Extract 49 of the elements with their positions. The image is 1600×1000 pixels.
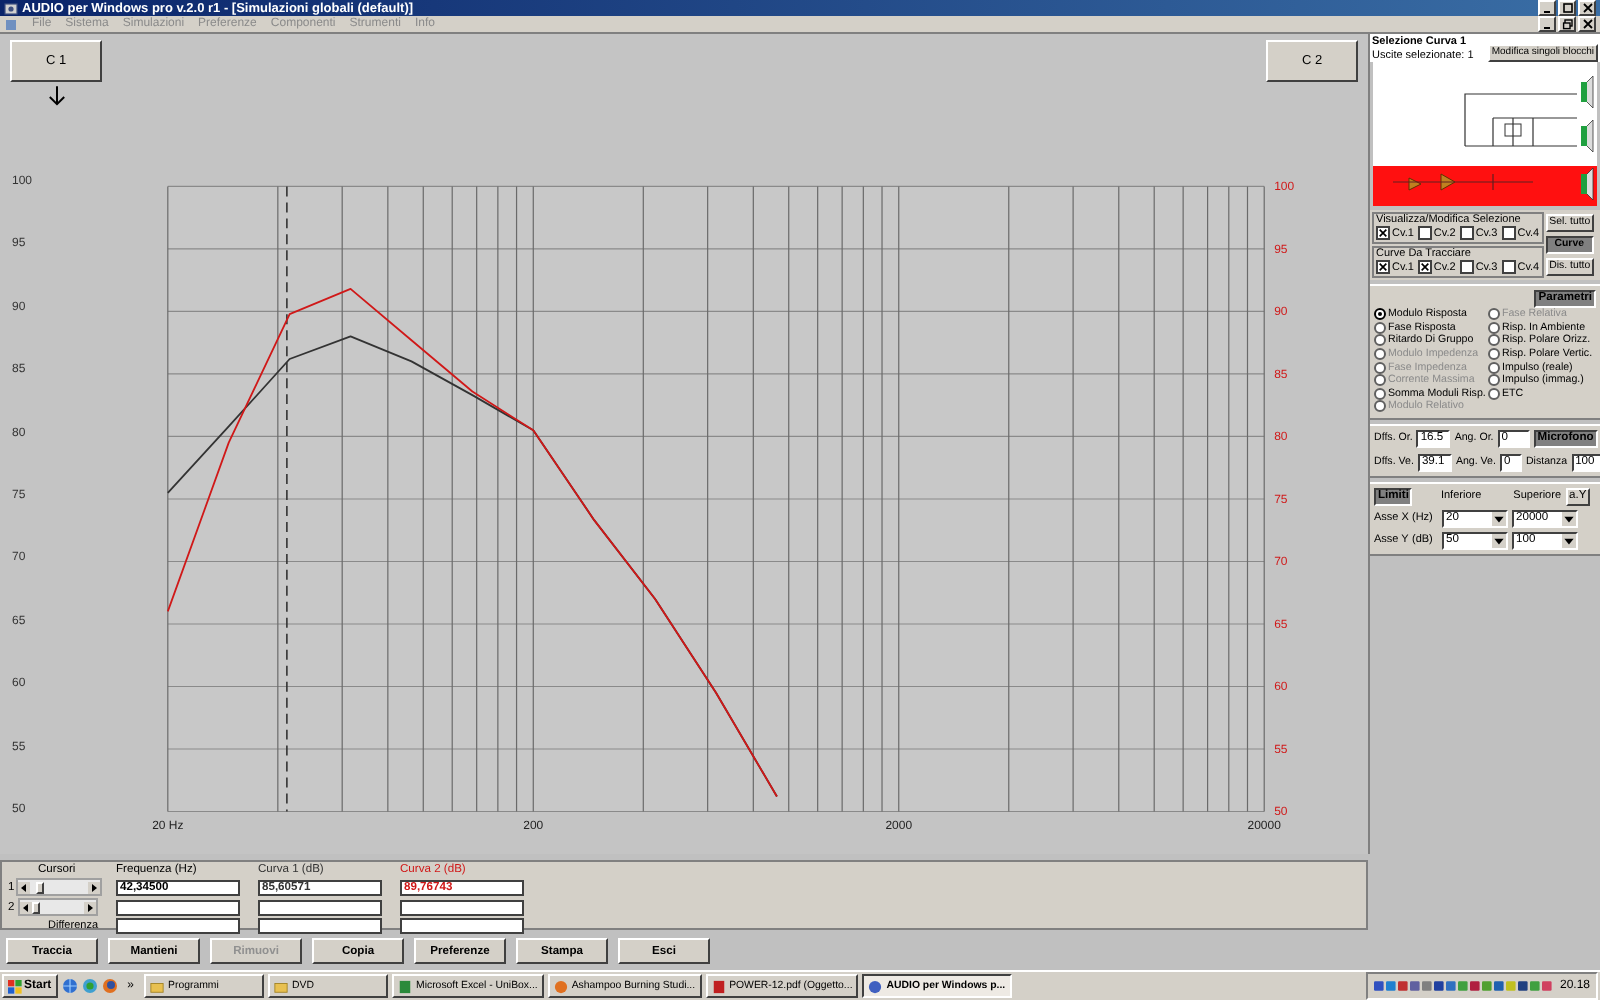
cross-mark-icon	[1378, 228, 1388, 238]
scroll-left-arrow-icon	[20, 901, 32, 913]
scroll-right-arrow-icon	[84, 901, 96, 913]
document-icon	[711, 979, 726, 993]
difference-field[interactable]	[258, 918, 382, 934]
radio-button[interactable]	[1488, 361, 1500, 374]
document-icon	[4, 17, 18, 31]
dropdown-arrow-icon	[1492, 533, 1506, 548]
globe-icon[interactable]	[61, 978, 78, 994]
restore-button[interactable]	[1558, 16, 1576, 32]
dropdown-arrow-icon	[1492, 511, 1506, 526]
cross-mark-icon	[1419, 262, 1430, 272]
cursor-value-field[interactable]	[400, 899, 524, 915]
radio-button[interactable]	[1374, 387, 1386, 400]
spreadsheet-icon	[398, 979, 413, 993]
scroll-left-arrow-icon	[18, 881, 31, 893]
close-icon	[1581, 18, 1593, 30]
close-button[interactable]	[1578, 0, 1596, 16]
minimize-button[interactable]	[1538, 0, 1556, 16]
app-icon	[868, 979, 883, 993]
minimize-button[interactable]	[1538, 16, 1556, 32]
folder-icon	[274, 979, 289, 993]
close-icon	[1581, 2, 1593, 14]
dropdown-arrow-icon	[1562, 511, 1576, 526]
cursor-scrollbar[interactable]	[16, 878, 103, 896]
cursor-value-field[interactable]	[116, 899, 240, 915]
dropdown-arrow-icon	[1562, 533, 1576, 548]
radio-button[interactable]	[1374, 334, 1386, 347]
radio-button[interactable]	[1488, 374, 1500, 387]
close-button[interactable]	[1578, 16, 1596, 32]
cross-mark-icon	[1378, 262, 1388, 272]
disc-icon	[553, 979, 568, 993]
cursor-scrollbar[interactable]	[18, 898, 98, 916]
cursor-value-field[interactable]	[258, 899, 382, 915]
radio-button[interactable]	[1488, 348, 1500, 361]
radio-button[interactable]	[1374, 321, 1386, 334]
cursor-line[interactable]	[286, 185, 288, 813]
difference-field[interactable]	[400, 918, 524, 934]
down-arrow-icon	[47, 86, 65, 108]
maximize-button[interactable]	[1558, 0, 1576, 16]
radio-button[interactable]	[1488, 387, 1500, 400]
difference-field[interactable]	[116, 918, 240, 934]
windows-logo-icon	[8, 979, 22, 993]
maximize-icon	[1561, 2, 1573, 14]
folder-icon	[150, 979, 165, 993]
radio-button[interactable]	[1488, 321, 1500, 334]
radio-button[interactable]	[1374, 308, 1386, 321]
radio-button[interactable]	[1488, 334, 1500, 347]
scroll-right-arrow-icon	[88, 881, 101, 893]
